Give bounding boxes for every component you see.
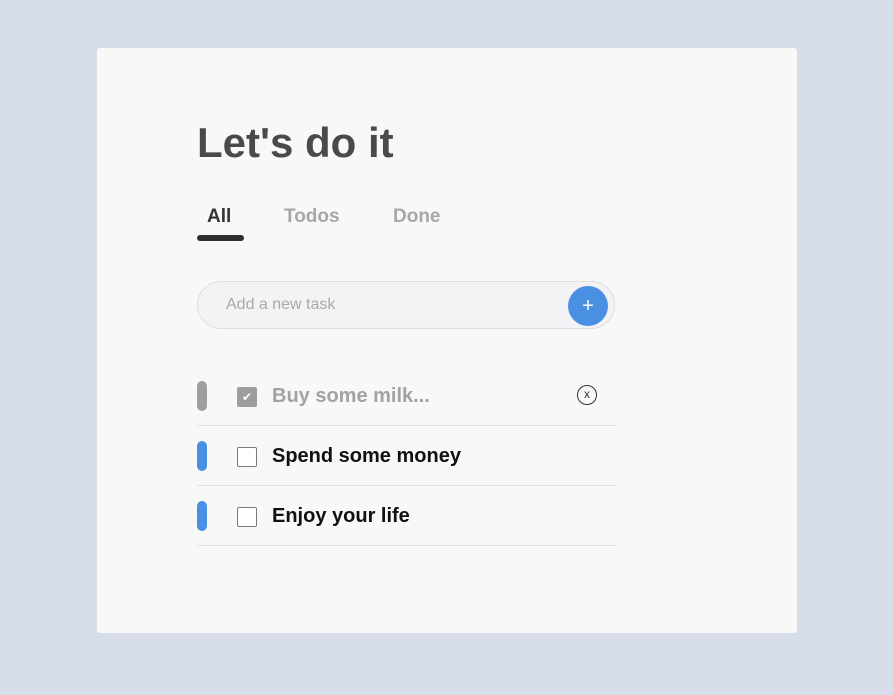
task-label: Spend some money: [272, 445, 461, 467]
task-status-bar: [197, 441, 207, 471]
close-icon: x: [584, 387, 590, 401]
tab-all[interactable]: All: [207, 204, 231, 230]
page-title: Let's do it: [197, 119, 394, 166]
delete-task-button[interactable]: x: [577, 385, 597, 405]
task-status-bar: [197, 501, 207, 531]
checkmark-icon: ✔: [242, 390, 253, 404]
tab-todos[interactable]: Todos: [284, 204, 340, 230]
tab-done[interactable]: Done: [393, 204, 441, 230]
todo-card: Let's do it All Todos Done + ✔ Buy some …: [97, 48, 797, 633]
add-task-button[interactable]: +: [568, 286, 608, 326]
task-checkbox[interactable]: [237, 447, 257, 467]
task-item: Spend some money: [197, 426, 617, 486]
add-task-input[interactable]: [226, 282, 556, 328]
task-label: Enjoy your life: [272, 505, 410, 527]
filter-tabs: All Todos Done: [197, 204, 497, 244]
task-status-bar: [197, 381, 207, 411]
task-item: ✔ Buy some milk... x: [197, 366, 617, 426]
task-checkbox[interactable]: [237, 507, 257, 527]
task-checkbox[interactable]: ✔: [237, 387, 257, 407]
task-list: ✔ Buy some milk... x Spend some money En…: [197, 366, 617, 546]
task-item: Enjoy your life: [197, 486, 617, 546]
plus-icon: +: [582, 295, 594, 317]
task-label: Buy some milk...: [272, 385, 430, 407]
active-tab-indicator: [197, 235, 244, 241]
add-task-box: +: [197, 281, 615, 329]
